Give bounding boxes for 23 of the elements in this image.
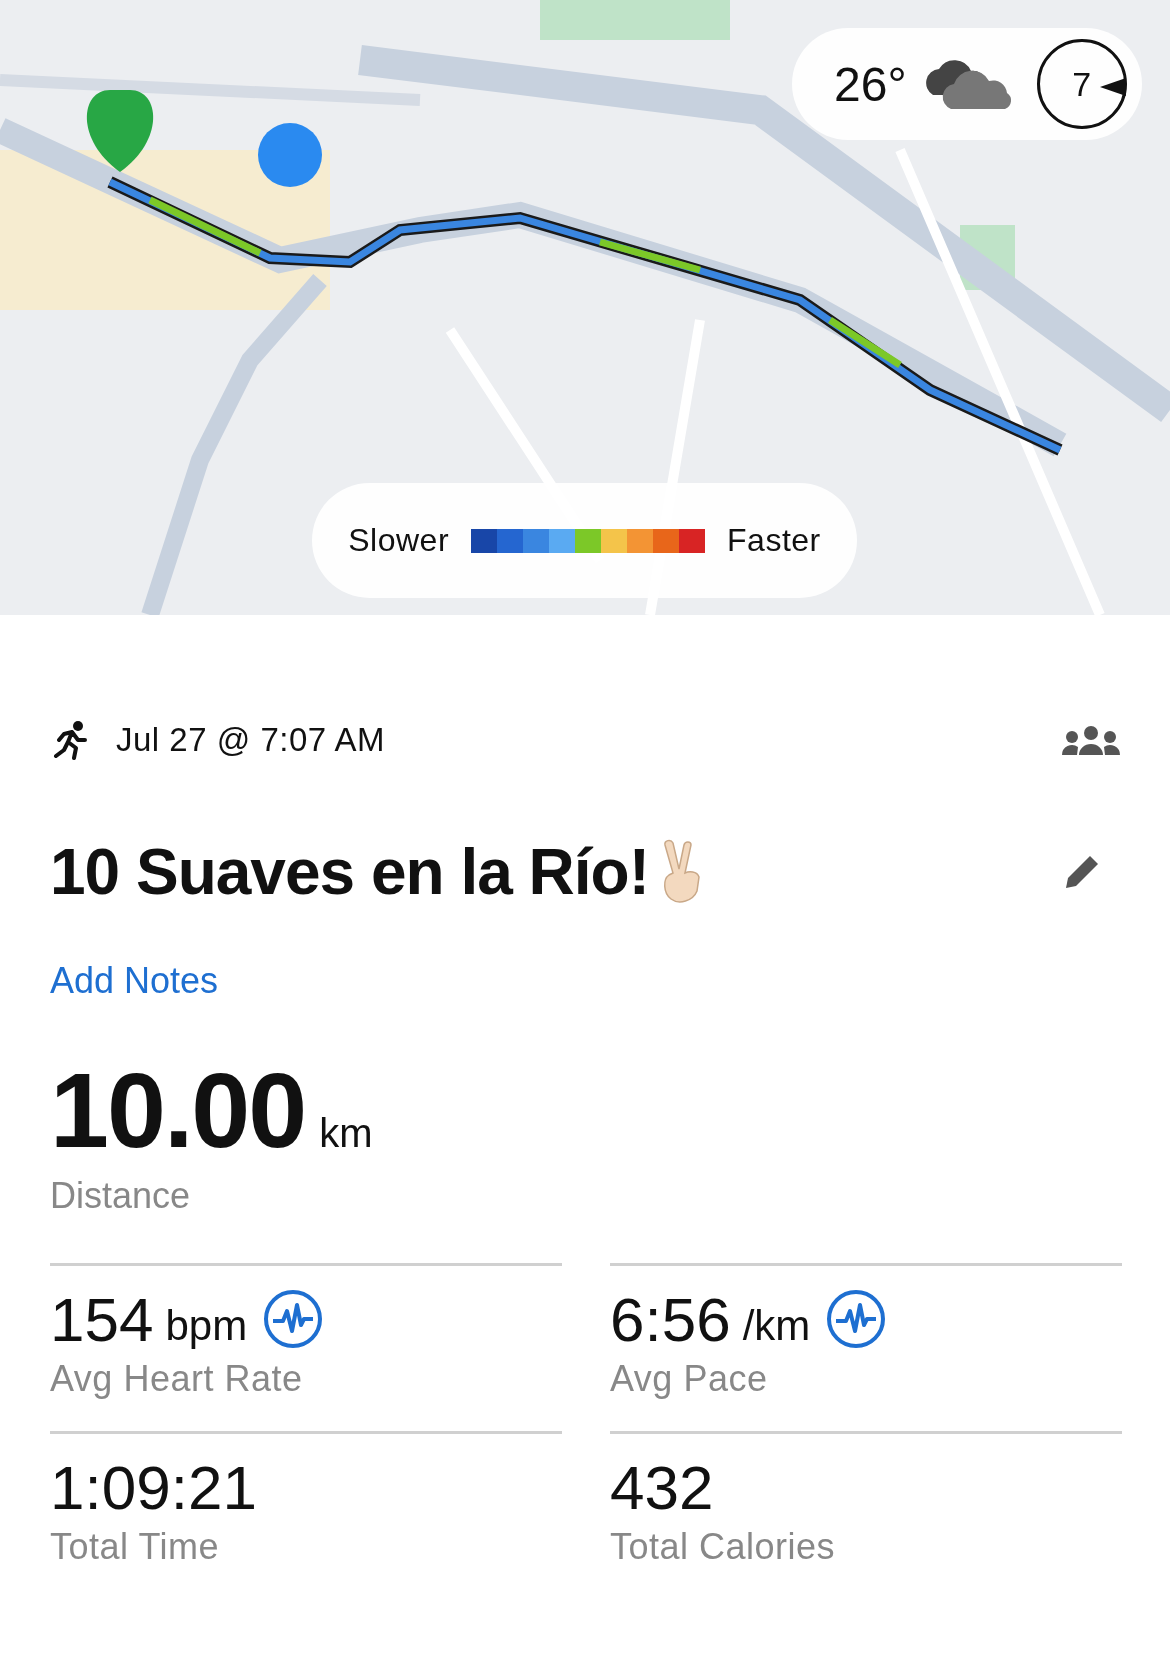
stat-value: 6:56 xyxy=(610,1283,731,1355)
legend-label: Slower xyxy=(348,522,450,559)
temperature: 26° xyxy=(834,56,907,112)
stat-value: 154 xyxy=(50,1283,154,1355)
compass-icon: 7 xyxy=(1036,39,1127,129)
stat-unit: /km xyxy=(742,1302,811,1350)
legend-label: Faster xyxy=(727,522,821,559)
stat-label: Avg Pace xyxy=(610,1358,769,1400)
distance-label: Distance xyxy=(50,1175,192,1217)
stat-value: 432 xyxy=(610,1451,714,1523)
stat-unit: bpm xyxy=(165,1302,248,1350)
distance-value: 10.00 xyxy=(50,1050,306,1171)
stat-label: Total Calories xyxy=(610,1526,837,1568)
add-notes-link[interactable]: Add Notes xyxy=(50,960,219,1002)
heartbeat-icon[interactable] xyxy=(263,1289,324,1349)
group-icon[interactable] xyxy=(1062,725,1120,755)
stat-value: 1:09:21 xyxy=(50,1451,257,1523)
activity-date: Jul 27 @ 7:07 AM xyxy=(116,721,385,759)
stat-label: Avg Heart Rate xyxy=(50,1358,304,1400)
activity-title: 10 Suaves en la Río! xyxy=(50,835,649,909)
distance-unit: km xyxy=(319,1111,373,1156)
stat-label: Total Time xyxy=(50,1526,221,1568)
heartbeat-icon[interactable] xyxy=(826,1289,887,1349)
